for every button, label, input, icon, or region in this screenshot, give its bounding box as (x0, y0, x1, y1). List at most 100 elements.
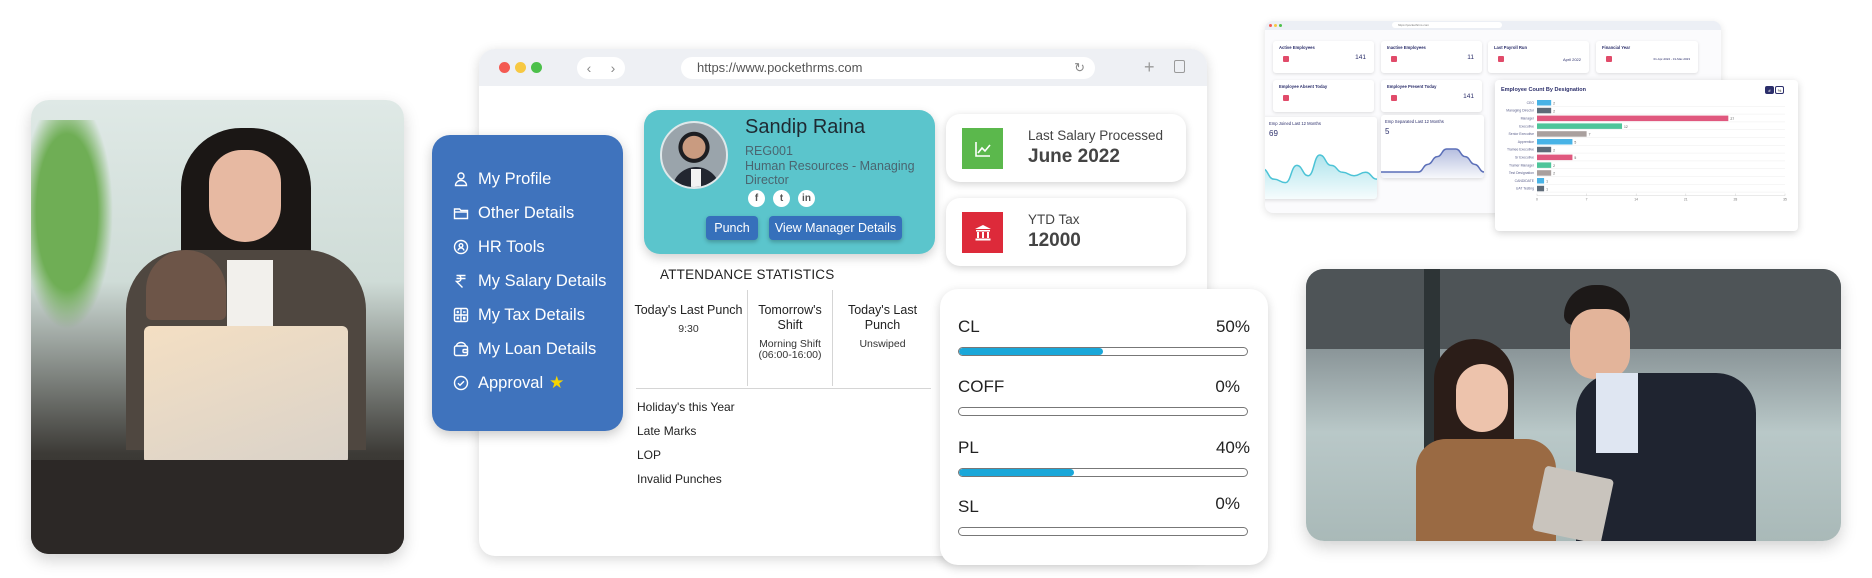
new-tab-icon[interactable]: + (1144, 57, 1155, 77)
category-label: CEO (1527, 101, 1535, 105)
dashboard-url: https://pockethrms.com (1392, 22, 1502, 28)
joined-chart-card: Emp Joined Last 12 Months 69 (1265, 117, 1377, 199)
kpi-label: Inactive Employees (1387, 45, 1426, 50)
leave-type: SL (958, 497, 979, 516)
lamp-shape (146, 250, 226, 320)
category-label: Executive (1519, 124, 1534, 128)
kpi-employee-present-today: Employee Present Today 141 (1381, 80, 1482, 112)
tick-label: 7 (1586, 198, 1588, 202)
back-icon[interactable]: ‹ (587, 60, 592, 76)
desk-shape (31, 460, 404, 554)
kpi-value: 11 (1467, 54, 1474, 61)
leave-progress-bar (958, 527, 1248, 536)
leave-type: CL (958, 317, 980, 336)
kpi-last-payroll-run: Last Payroll Run April 2022 (1488, 41, 1589, 73)
menu-item-my-salary-details[interactable]: My Salary Details (452, 264, 623, 298)
man-face-shape (1570, 309, 1630, 379)
data-label: 7 (1589, 133, 1591, 137)
last-salary-card: Last Salary Processed June 2022 (946, 114, 1186, 182)
category-label: Apprentice (1518, 140, 1534, 144)
list-item: Invalid Punches (637, 472, 722, 486)
chart-value: 69 (1269, 129, 1278, 138)
view-manager-details-button[interactable]: View Manager Details (769, 216, 902, 240)
maximize-window-icon[interactable] (531, 62, 542, 73)
ytd-tax-card: YTD Tax 12000 (946, 198, 1186, 266)
list-item: Holiday's this Year (637, 400, 735, 414)
menu-item-my-loan-details[interactable]: My Loan Details (452, 332, 623, 366)
category-label: Trainer Manager (1509, 163, 1535, 167)
kpi-label: Employee Absent Today (1279, 84, 1328, 89)
facebook-icon[interactable]: f (748, 190, 765, 207)
address-bar[interactable]: https://www.pockethrms.com ↻ (681, 57, 1095, 79)
bar (1537, 154, 1573, 161)
menu-item-label: My Salary Details (478, 271, 607, 290)
attendance-header: Tomorrow's Shift (758, 303, 822, 332)
rupee-icon (452, 272, 470, 290)
menu-item-approval[interactable]: Approval ★ (452, 366, 623, 400)
twitter-icon[interactable]: t (773, 190, 790, 207)
category-label: CANDIDATE (1515, 179, 1535, 183)
reload-icon[interactable]: ↻ (1074, 57, 1085, 79)
attendance-list: Holiday's this Year Late Marks LOP Inval… (637, 400, 735, 496)
leave-percent: 0% (1215, 494, 1240, 513)
attendance-grid: Today's Last Punch 9:30 Tomorrow's Shift… (632, 290, 932, 388)
menu-item-my-tax-details[interactable]: My Tax Details (452, 298, 623, 332)
tick-label: 14 (1634, 198, 1638, 202)
woman-face-shape (1456, 364, 1508, 432)
tabs-overview-icon[interactable] (1174, 60, 1185, 73)
attendance-header: Today's Last Punch (847, 303, 918, 332)
sidebar-menu: My Profile Other Details HR Tools My Sal… (432, 135, 623, 431)
employee-icon (1283, 56, 1289, 62)
trend-chart-icon (962, 128, 1003, 169)
menu-item-my-profile[interactable]: My Profile (452, 162, 623, 196)
designation-chart-card: CEO 2 Managing Director 2 Manager 27 Executive… (1495, 80, 1798, 231)
bar (1537, 131, 1587, 137)
kpi-value: April 2022 (1562, 57, 1581, 62)
bar (1537, 107, 1552, 114)
photo-colleagues-with-tablet (1306, 269, 1841, 541)
data-label: 2 (1553, 164, 1555, 168)
kpi-financial-year: Financial Year 01-Apr-2022 - 31-Mar-2023 (1596, 41, 1698, 73)
leave-percent: 40% (1215, 438, 1250, 457)
leave-percent: 50% (1215, 317, 1250, 336)
menu-item-label: Other Details (478, 203, 575, 222)
toggle-count-button[interactable]: # (1765, 86, 1774, 94)
minimize-window-icon[interactable] (515, 62, 526, 73)
tablet-shape (1531, 465, 1615, 541)
chart-title: Emp Separated Last 12 Months (1385, 119, 1444, 124)
linkedin-icon[interactable]: in (798, 190, 815, 207)
tick-label: 21 (1684, 198, 1688, 202)
laptop-shape (144, 326, 348, 464)
kpi-value: 141 (1463, 93, 1474, 100)
bar (1537, 115, 1729, 122)
man-shirt-shape (1596, 373, 1638, 453)
leave-progress-bar (958, 407, 1248, 416)
employee-name: Sandip Raina (745, 116, 866, 138)
toggle-percent-button[interactable]: % (1775, 86, 1784, 94)
menu-item-hr-tools[interactable]: HR Tools (452, 230, 623, 264)
bar (1537, 170, 1552, 176)
menu-item-other-details[interactable]: Other Details (452, 196, 623, 230)
bar (1537, 178, 1545, 184)
employee-role: Human Resources - Managing Director (745, 159, 915, 187)
bar (1537, 139, 1573, 145)
kpi-label: Employee Present Today (1387, 84, 1437, 89)
kpi-label: Financial Year (1602, 45, 1631, 50)
stat-value: 12000 (1028, 230, 1081, 251)
check-circle-icon (452, 374, 470, 392)
leave-progress-fill (959, 348, 1103, 355)
punch-button[interactable]: Punch (706, 216, 758, 240)
attendance-header: Today's Last Punch (634, 303, 743, 317)
list-item: LOP (637, 448, 662, 462)
forward-icon[interactable]: › (611, 60, 616, 76)
stat-label: YTD Tax (1028, 212, 1080, 227)
count-percent-toggle: # % (1765, 86, 1784, 94)
dashboard-toolbar: https://pockethrms.com (1265, 21, 1721, 30)
rupee-icon (1498, 56, 1504, 62)
close-window-icon[interactable] (499, 62, 510, 73)
leave-progress-bar (958, 468, 1248, 477)
attendance-column: Today's Last Punch Unswiped (832, 290, 932, 386)
category-label: UAT Testing (1516, 187, 1534, 191)
category-label: Sr Executive (1515, 156, 1534, 160)
minimize-window-icon (1274, 24, 1277, 27)
